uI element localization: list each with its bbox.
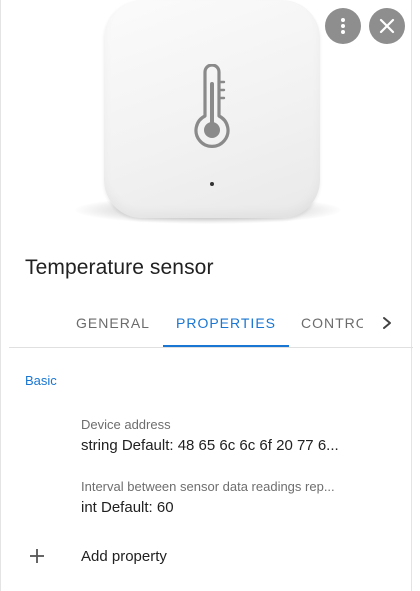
close-icon xyxy=(379,18,395,34)
plus-icon xyxy=(30,549,44,563)
tab-general[interactable]: GENERAL xyxy=(65,300,161,346)
add-property-button[interactable]: Add property xyxy=(25,540,385,572)
device-detail-panel: Temperature sensor GENERAL PROPERTIES CO… xyxy=(0,0,413,591)
page-title: Temperature sensor xyxy=(25,256,214,279)
device-body xyxy=(104,0,320,218)
more-options-button[interactable] xyxy=(325,8,361,44)
property-item[interactable]: Interval between sensor data readings re… xyxy=(81,479,357,516)
property-name: Interval between sensor data readings re… xyxy=(81,479,335,494)
thermometer-icon xyxy=(194,64,230,148)
property-value: string Default: 48 65 6c 6c 6f 20 77 6..… xyxy=(81,437,339,454)
tab-properties-label: PROPERTIES xyxy=(176,315,276,331)
more-vert-icon xyxy=(341,18,345,34)
property-value: int Default: 60 xyxy=(81,499,174,516)
section-label-basic: Basic xyxy=(25,373,57,388)
property-item[interactable]: Device address string Default: 48 65 6c … xyxy=(81,417,361,454)
status-led xyxy=(210,182,214,186)
tab-scroll-right-button[interactable] xyxy=(373,300,401,346)
tab-bar: GENERAL PROPERTIES CONTROLS xyxy=(9,300,413,348)
device-image xyxy=(61,0,361,232)
chevron-right-icon xyxy=(383,317,391,329)
tab-properties[interactable]: PROPERTIES xyxy=(163,300,289,347)
property-name: Device address xyxy=(81,417,171,432)
add-property-label: Add property xyxy=(81,548,167,565)
tab-controls[interactable]: CONTROLS xyxy=(301,300,363,346)
tab-active-indicator xyxy=(163,345,289,347)
close-button[interactable] xyxy=(369,8,405,44)
